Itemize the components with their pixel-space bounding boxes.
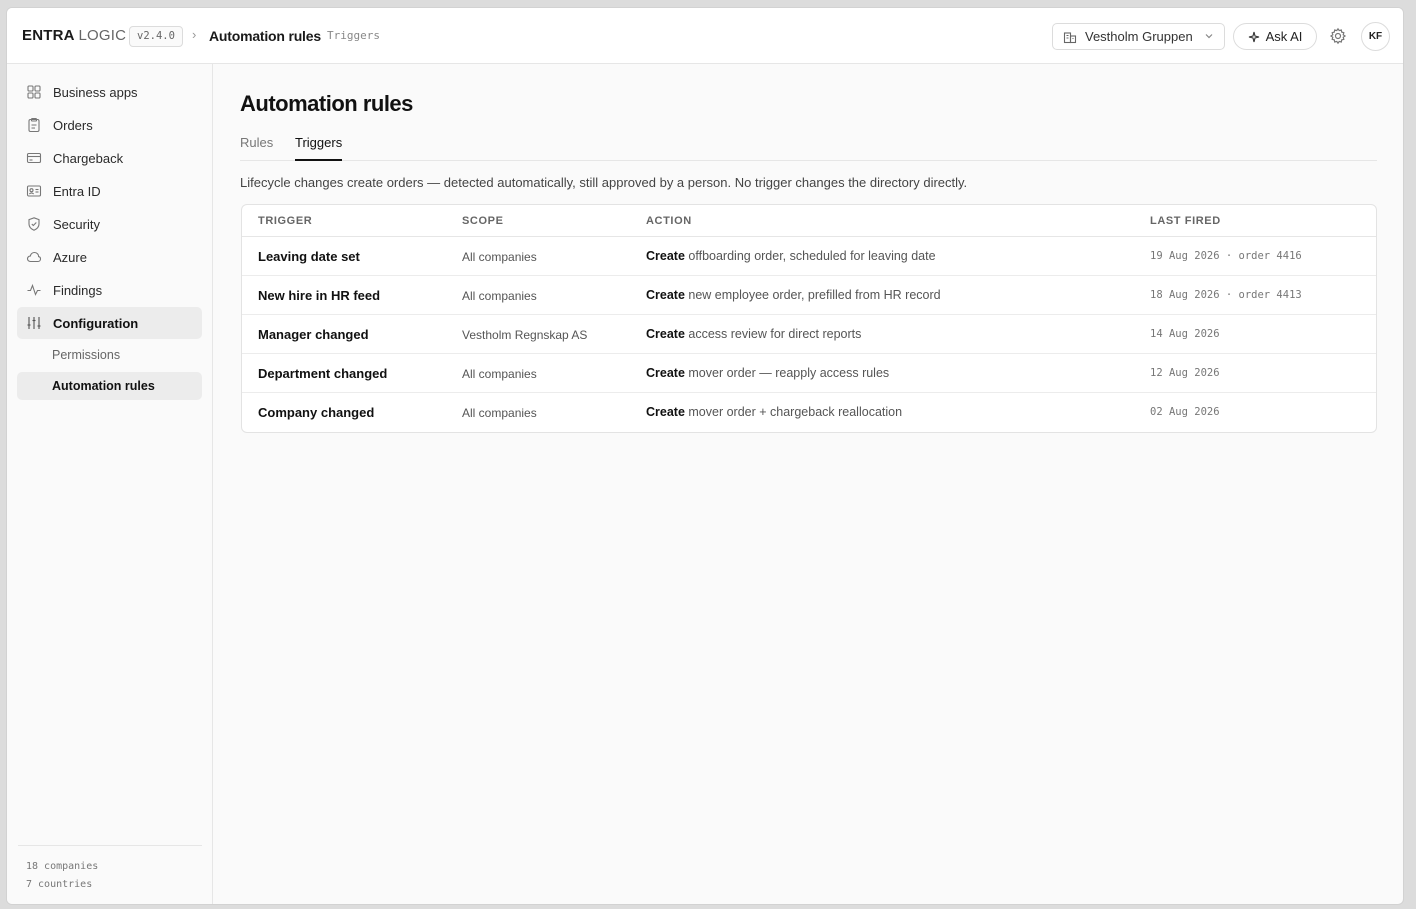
brand-logo[interactable]: ENTRA LOGIC	[22, 27, 126, 44]
column-header-action: ACTION	[646, 215, 692, 227]
last-fired: 12 Aug 2026	[1150, 367, 1220, 379]
table-row[interactable]: Leaving date set All companies Create of…	[242, 237, 1376, 276]
org-selector-label: Vestholm Gruppen	[1085, 29, 1193, 44]
action-verb: Create	[646, 288, 685, 302]
table-header: TRIGGER SCOPE ACTION LAST FIRED	[242, 205, 1376, 237]
sidebar-item-configuration[interactable]: Configuration	[17, 307, 202, 339]
avatar[interactable]: KF	[1361, 22, 1390, 51]
breadcrumb-separator: ›	[192, 27, 197, 42]
column-header-scope: SCOPE	[462, 215, 504, 227]
companies-count: 18 companies	[26, 861, 99, 872]
trigger-action: Create mover order — reapply access rule…	[646, 366, 889, 380]
action-detail: offboarding order, scheduled for leaving…	[684, 249, 936, 263]
page-description: Lifecycle changes create orders — detect…	[240, 175, 968, 190]
sidebar: Business apps Orders Chargeback Entra ID…	[7, 64, 213, 904]
action-detail: new employee order, prefilled from HR re…	[684, 288, 941, 302]
sparkle-icon	[1248, 31, 1260, 43]
clipboard-icon	[26, 117, 42, 133]
triggers-table: TRIGGER SCOPE ACTION LAST FIRED Leaving …	[241, 204, 1377, 433]
top-header: ENTRA LOGIC v2.4.0 › Automation rules Tr…	[7, 8, 1403, 64]
credit-card-icon	[26, 150, 42, 166]
last-fired: 19 Aug 2026 · order 4416	[1150, 250, 1302, 262]
ask-ai-button[interactable]: Ask AI	[1233, 23, 1317, 50]
action-verb: Create	[646, 405, 685, 419]
countries-count: 7 countries	[26, 879, 93, 890]
tab-triggers[interactable]: Triggers	[295, 135, 343, 161]
page-title: Automation rules	[240, 91, 413, 116]
chevron-down-icon	[1204, 31, 1214, 41]
activity-icon	[26, 282, 42, 298]
trigger-scope: Vestholm Regnskap AS	[462, 328, 588, 342]
trigger-name: Company changed	[258, 405, 375, 420]
table-row[interactable]: Manager changed Vestholm Regnskap AS Cre…	[242, 315, 1376, 354]
brand-bold: ENTRA	[22, 27, 75, 44]
sidebar-item-entra-id[interactable]: Entra ID	[17, 175, 202, 207]
action-verb: Create	[646, 327, 685, 341]
sidebar-item-findings[interactable]: Findings	[17, 274, 202, 306]
last-fired: 18 Aug 2026 · order 4413	[1150, 289, 1302, 301]
sidebar-subitem-automation-rules[interactable]: Automation rules	[17, 372, 202, 400]
action-verb: Create	[646, 366, 685, 380]
trigger-action: Create new employee order, prefilled fro…	[646, 288, 941, 302]
brand-light: LOGIC	[78, 27, 127, 44]
trigger-scope: All companies	[462, 406, 537, 420]
gear-icon[interactable]	[1329, 27, 1347, 45]
app-window: ENTRA LOGIC v2.4.0 › Automation rules Tr…	[6, 7, 1404, 905]
action-detail: mover order — reapply access rules	[684, 366, 890, 380]
action-detail: mover order + chargeback reallocation	[684, 405, 903, 419]
column-header-trigger: TRIGGER	[258, 215, 313, 227]
trigger-scope: All companies	[462, 289, 537, 303]
trigger-name: New hire in HR feed	[258, 288, 381, 303]
sidebar-item-label: Business apps	[53, 84, 138, 100]
id-card-icon	[26, 183, 42, 199]
sidebar-item-label: Security	[53, 216, 100, 232]
action-verb: Create	[646, 249, 685, 263]
sidebar-item-business-apps[interactable]: Business apps	[17, 76, 202, 108]
sidebar-item-chargeback[interactable]: Chargeback	[17, 142, 202, 174]
sidebar-item-label: Entra ID	[53, 183, 101, 199]
breadcrumb-title[interactable]: Automation rules	[209, 28, 321, 44]
sidebar-subitem-permissions[interactable]: Permissions	[17, 341, 202, 369]
table-row[interactable]: Department changed All companies Create …	[242, 354, 1376, 393]
cloud-icon	[26, 249, 42, 265]
ask-ai-label: Ask AI	[1265, 29, 1303, 44]
sidebar-item-security[interactable]: Security	[17, 208, 202, 240]
column-header-last-fired: LAST FIRED	[1150, 215, 1221, 227]
sidebar-item-orders[interactable]: Orders	[17, 109, 202, 141]
last-fired: 02 Aug 2026	[1150, 406, 1220, 418]
sidebar-item-label: Orders	[53, 117, 93, 133]
version-badge: v2.4.0	[129, 26, 183, 47]
tab-bar: Rules Triggers	[240, 127, 1377, 161]
breadcrumb-sub: Triggers	[327, 29, 380, 42]
sliders-icon	[26, 315, 42, 331]
last-fired: 14 Aug 2026	[1150, 328, 1220, 340]
trigger-name: Department changed	[258, 366, 388, 381]
action-detail: access review for direct reports	[684, 327, 862, 341]
tab-rules[interactable]: Rules	[240, 135, 273, 161]
sidebar-item-label: Azure	[53, 249, 87, 265]
trigger-name: Manager changed	[258, 327, 369, 342]
org-selector[interactable]: Vestholm Gruppen	[1052, 23, 1225, 50]
trigger-name: Leaving date set	[258, 249, 360, 264]
sidebar-item-azure[interactable]: Azure	[17, 241, 202, 273]
trigger-action: Create mover order + chargeback realloca…	[646, 405, 902, 419]
trigger-action: Create access review for direct reports	[646, 327, 861, 341]
building-icon	[1063, 30, 1077, 44]
sidebar-item-label: Configuration	[53, 315, 139, 331]
trigger-scope: All companies	[462, 367, 537, 381]
table-row[interactable]: Company changed All companies Create mov…	[242, 393, 1376, 432]
sidebar-footer: 18 companies 7 countries	[18, 845, 202, 894]
trigger-scope: All companies	[462, 250, 537, 264]
grid-icon	[26, 84, 42, 100]
sidebar-item-label: Findings	[53, 282, 103, 298]
shield-icon	[26, 216, 42, 232]
sidebar-item-label: Chargeback	[53, 150, 124, 166]
table-row[interactable]: New hire in HR feed All companies Create…	[242, 276, 1376, 315]
trigger-action: Create offboarding order, scheduled for …	[646, 249, 936, 263]
